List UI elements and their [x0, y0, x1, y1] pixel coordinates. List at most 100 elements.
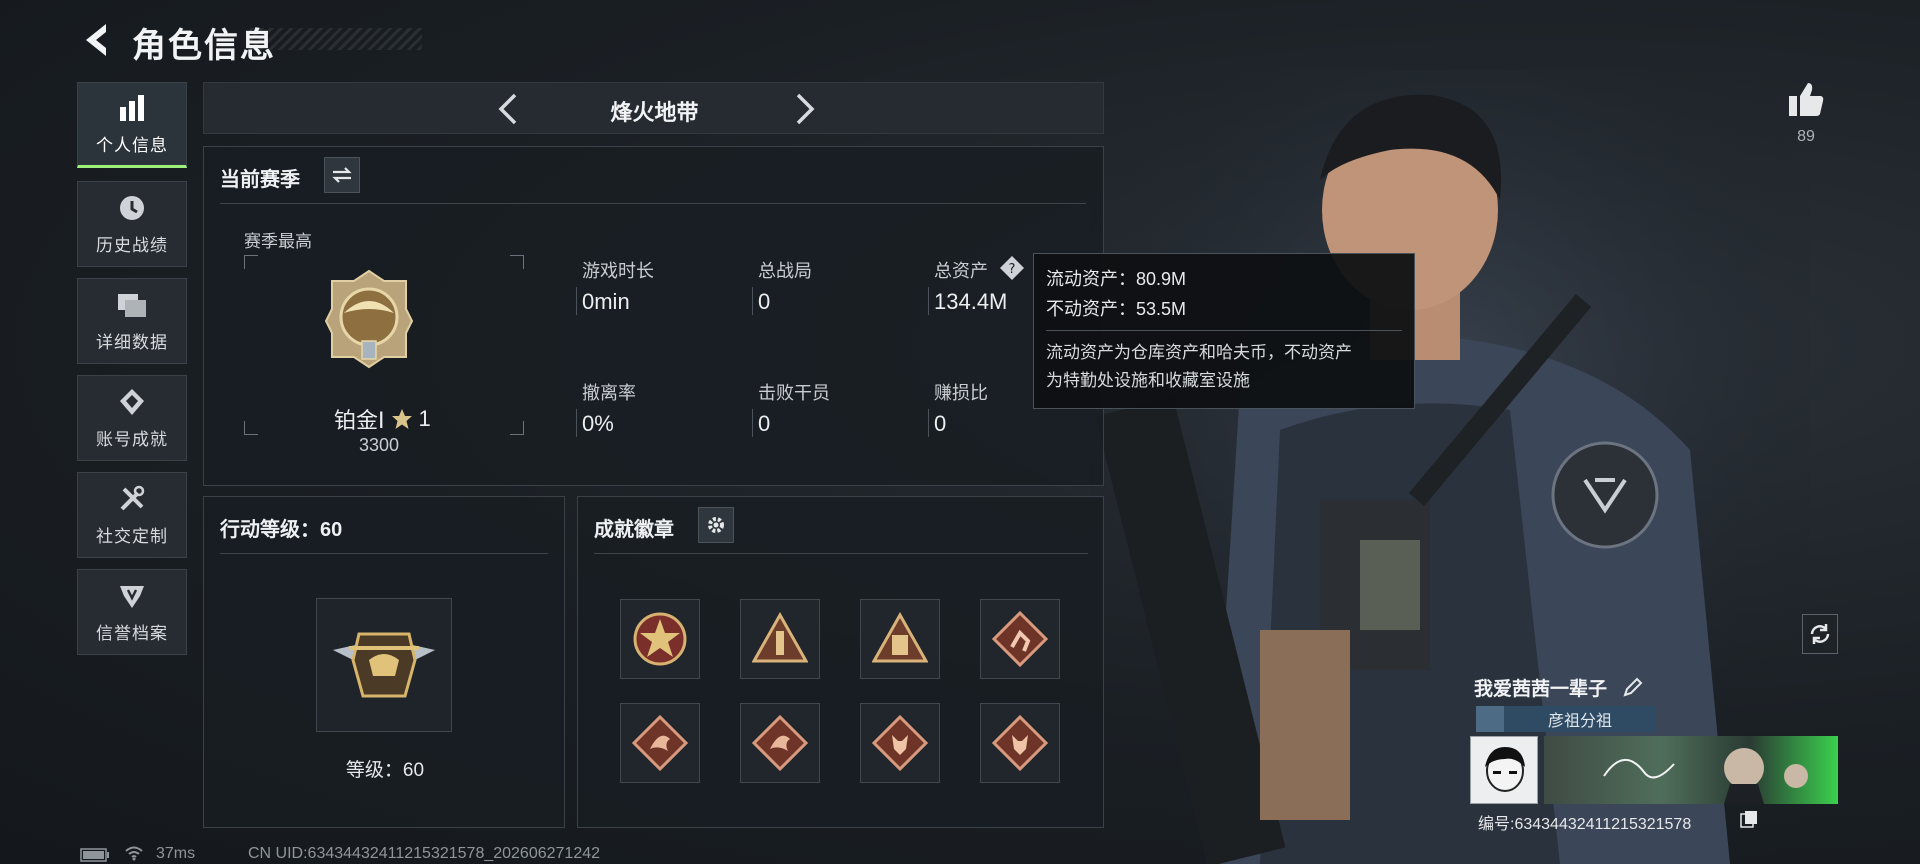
player-uid: 编号:63434432411215321578 — [1478, 816, 1692, 833]
nav-item-detailed-data[interactable]: 详细数据 — [77, 278, 187, 364]
team-tag-avatar — [1476, 706, 1504, 732]
gear-icon — [708, 517, 724, 533]
season-title: 当前赛季 — [220, 169, 300, 191]
season-switch-button[interactable] — [324, 157, 360, 193]
nav-item-credit[interactable]: 信誉档案 — [77, 569, 187, 655]
mode-title: 烽火地带 — [610, 100, 699, 125]
achievement-icon — [117, 387, 147, 417]
chevron-right-icon[interactable] — [784, 89, 824, 129]
stat-value-extract-rate: 0% — [582, 411, 614, 436]
badge-8[interactable] — [980, 703, 1060, 783]
badge-4[interactable] — [980, 599, 1060, 679]
rank-emblem-icon — [324, 269, 414, 369]
ping-readout: 37ms — [156, 845, 196, 862]
stat-divider — [752, 287, 753, 315]
nav-label: 历史战绩 — [96, 235, 168, 255]
tooltip-fixed-assets: 不动资产：53.5M — [1046, 299, 1187, 319]
rank-stars: 1 — [418, 406, 431, 431]
tools-icon — [117, 484, 147, 514]
back-arrow-icon[interactable] — [78, 20, 114, 60]
nav-item-history[interactable]: 历史战绩 — [77, 181, 187, 267]
divider — [1046, 330, 1402, 331]
wolf-diamond-icon — [872, 715, 928, 771]
rank-line: 铂金Ⅰ 1 — [334, 403, 431, 435]
badge-5[interactable] — [620, 703, 700, 783]
badges-title: 成就徽章 — [594, 519, 674, 541]
star-icon — [391, 409, 412, 429]
nav-label: 账号成就 — [96, 429, 168, 449]
nav-label: 详细数据 — [96, 332, 168, 352]
level-title: 行动等级：60 — [220, 519, 343, 541]
nav-item-personal-info[interactable]: 个人信息 — [77, 82, 187, 168]
nav-label: 社交定制 — [96, 526, 168, 546]
rank-points: 3300 — [359, 435, 400, 455]
nav-item-social[interactable]: 社交定制 — [77, 472, 187, 558]
stat-divider — [928, 287, 929, 315]
divider — [594, 553, 1088, 554]
stat-value-playtime: 0min — [582, 289, 630, 314]
wolf-diamond-icon — [992, 715, 1048, 771]
team-tag-bar: 彦祖分祖 — [1476, 706, 1656, 732]
team-tag: 彦祖分祖 — [1547, 713, 1612, 730]
stat-label-profit-ratio: 赚损比 — [934, 383, 988, 403]
thumbs-up-icon[interactable] — [1786, 80, 1826, 120]
stat-label-kills: 击败干员 — [758, 383, 830, 403]
stat-value-total-matches: 0 — [758, 289, 771, 314]
nav-label: 信誉档案 — [96, 623, 168, 643]
runner-diamond-icon — [992, 611, 1048, 667]
stat-label-total-matches: 总战局 — [758, 261, 812, 281]
badge-6[interactable] — [740, 703, 820, 783]
season-best-label: 赛季最高 — [244, 232, 312, 251]
cn-uid: CN UID:63434432411215321578_202606271242 — [248, 845, 601, 862]
badge-2[interactable] — [740, 599, 820, 679]
likes-count: 89 — [1797, 128, 1815, 145]
building-triangle-icon — [872, 611, 928, 663]
stat-value-total-assets: 134.4M — [934, 289, 1008, 314]
stat-label-playtime: 游戏时长 — [582, 261, 654, 281]
player-avatar[interactable] — [1470, 736, 1538, 804]
badges-panel: 成就徽章 — [577, 496, 1104, 828]
badge-3[interactable] — [860, 599, 940, 679]
rotate-icon — [1810, 624, 1830, 644]
rotate-button[interactable] — [1802, 614, 1838, 654]
stat-divider — [928, 409, 929, 437]
svg-text:?: ? — [1009, 262, 1016, 277]
dragon-diamond-icon — [632, 715, 688, 771]
tower-triangle-icon — [752, 611, 808, 663]
star-emblem-icon — [633, 612, 687, 666]
stat-divider — [576, 409, 577, 437]
helicopter-emblem-icon — [333, 632, 435, 698]
tooltip-liquid-assets: 流动资产：80.9M — [1046, 269, 1187, 289]
level-label: 等级：60 — [345, 760, 425, 781]
player-name: 我爱茜茜一辈子 — [1474, 679, 1608, 700]
asset-tooltip: 流动资产：80.9M 不动资产：53.5M 流动资产为仓库资产和哈夫币，不动资产… — [1033, 253, 1415, 409]
tooltip-desc-line1: 流动资产为仓库资产和哈夫币，不动资产 — [1046, 343, 1352, 362]
nav-item-achievements[interactable]: 账号成就 — [77, 375, 187, 461]
stat-value-profit-ratio: 0 — [934, 411, 947, 436]
bar-chart-icon — [117, 93, 147, 123]
level-panel: 行动等级：60 等级：60 — [203, 496, 565, 828]
help-icon[interactable]: ? — [999, 255, 1025, 281]
level-emblem-frame — [316, 598, 452, 732]
copy-icon[interactable] — [1740, 810, 1758, 828]
stat-value-kills: 0 — [758, 411, 771, 436]
stat-label-extract-rate: 撤离率 — [582, 383, 636, 403]
folders-icon — [117, 290, 147, 320]
clock-icon — [117, 193, 147, 223]
badge-7[interactable] — [860, 703, 940, 783]
stat-divider — [752, 409, 753, 437]
edit-pencil-icon[interactable] — [1622, 676, 1644, 698]
mode-switcher: 烽火地带 — [203, 82, 1104, 134]
divider — [220, 203, 1086, 204]
stat-divider — [576, 287, 577, 315]
swap-icon — [332, 167, 352, 183]
badges-settings-button[interactable] — [698, 507, 734, 543]
page-title: 角色信息 — [132, 27, 276, 65]
nav-label: 个人信息 — [96, 135, 168, 155]
dragon-diamond-icon — [752, 715, 808, 771]
name-card-banner — [1544, 736, 1838, 804]
divider — [220, 553, 548, 554]
badge-1[interactable] — [620, 599, 700, 679]
credit-icon — [117, 581, 147, 611]
wifi-icon — [125, 846, 143, 861]
